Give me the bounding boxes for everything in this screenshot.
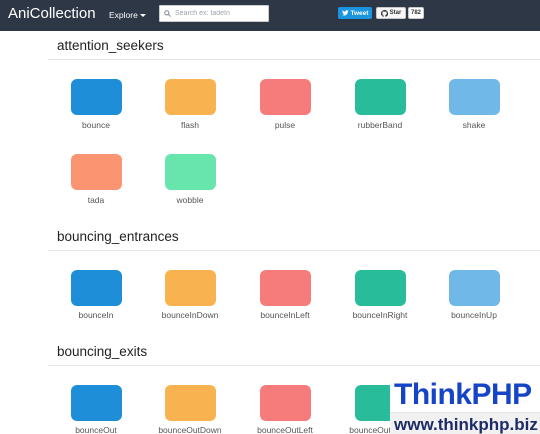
tweet-button[interactable]: Tweet [338,7,372,19]
animation-label-tada: tada [87,195,105,205]
section-title-bouncing-entrances: bouncing_entrances [57,229,179,244]
twitter-icon [341,10,349,16]
section-divider [48,365,540,366]
animation-label-bounceoutdown: bounceOutDown [158,425,222,434]
animation-label-bounceout: bounceOut [75,425,117,434]
animation-tile-bounceinright[interactable] [355,270,406,306]
animation-tile-bounceindown[interactable] [165,270,216,306]
animation-tile-bounceoutleft[interactable] [260,385,311,421]
search-icon [164,10,171,17]
explore-label: Explore [109,10,138,20]
star-count-badge: 782 [408,7,424,19]
animation-tile-tada[interactable] [71,154,122,190]
section-title-bouncing-exits: bouncing_exits [57,344,148,359]
animation-tile-bounceinup[interactable] [449,270,500,306]
brand-logo[interactable]: AniCollection [8,5,96,23]
section-divider [48,59,540,60]
animation-label-bounceoutleft: bounceOutLeft [257,425,313,434]
animation-tile-pulse[interactable] [260,79,311,115]
github-star-button[interactable]: Star [376,7,406,19]
animation-label-rubberband: rubberBand [357,120,403,130]
animation-label-bounceinright: bounceInRight [352,310,408,320]
animation-label-shake: shake [462,120,486,130]
animation-label-bounceindown: bounceInDown [161,310,219,320]
animation-label-wobble: wobble [176,195,204,205]
watermark-logo-panel: ThinkPHP [390,376,540,412]
watermark-logo-text: ThinkPHP [394,378,532,411]
animation-label-bounce: bounce [82,120,110,130]
animation-tile-bounceoutdown[interactable] [165,385,216,421]
animation-tile-bounceout[interactable] [71,385,122,421]
animation-tile-shake[interactable] [449,79,500,115]
watermark-url-text: www.thinkphp.biz [394,415,538,434]
star-label: Star [389,10,402,16]
animation-tile-bounce[interactable] [71,79,122,115]
animation-label-bounceinup: bounceInUp [451,310,497,320]
animation-tile-bouncein[interactable] [71,270,122,306]
tweet-label: Tweet [350,9,369,17]
search-input[interactable] [175,7,259,20]
animation-tile-wobble[interactable] [165,154,216,190]
chevron-down-icon [139,14,146,17]
top-navbar: AniCollection Explore Tweet Star 782 [0,0,540,31]
animation-label-bouncein: bounceIn [78,310,114,320]
animation-tile-bounceinleft[interactable] [260,270,311,306]
thinkphp-watermark: ThinkPHP www.thinkphp.biz [390,376,540,434]
animation-label-pulse: pulse [274,120,296,130]
watermark-url-panel: www.thinkphp.biz [390,412,540,434]
animation-tile-flash[interactable] [165,79,216,115]
search-box[interactable] [159,5,269,22]
explore-dropdown[interactable]: Explore [109,9,146,21]
github-icon [380,9,388,17]
section-title-attention-seekers: attention_seekers [57,38,164,53]
section-divider [48,250,540,251]
animation-tile-rubberband[interactable] [355,79,406,115]
animation-label-bounceinleft: bounceInLeft [260,310,310,320]
animation-label-flash: flash [181,120,199,130]
